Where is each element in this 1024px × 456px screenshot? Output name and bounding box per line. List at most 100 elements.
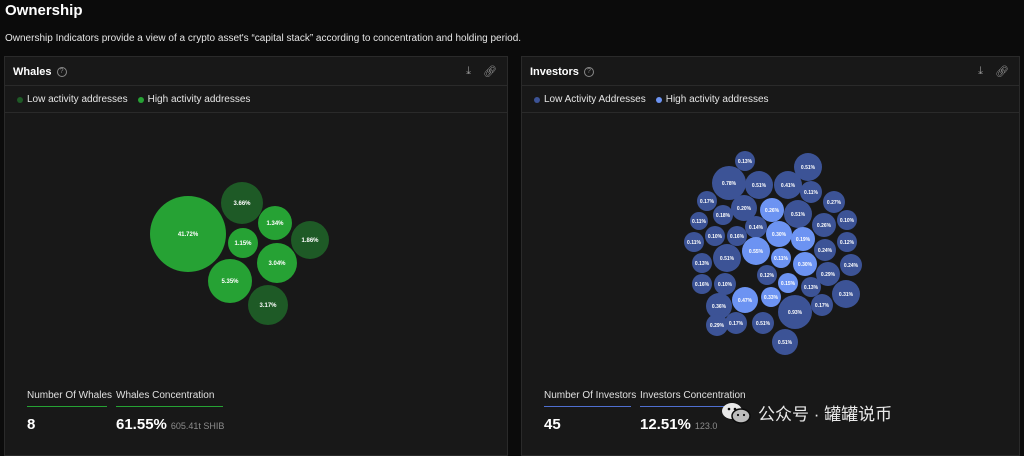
bubble[interactable]: 0.51% xyxy=(784,200,812,228)
whales-count-stat: Number Of Whales 8 xyxy=(27,390,112,433)
bubble-label: 0.29% xyxy=(821,272,836,278)
underline xyxy=(116,406,223,407)
watermark-text: 公众号 · 罐罐说币 xyxy=(758,405,893,424)
bubble-label: 0.24% xyxy=(818,248,833,254)
bubble[interactable]: 0.14% xyxy=(745,216,767,238)
bubble[interactable]: 0.11% xyxy=(684,232,704,252)
bubble-label: 0.27% xyxy=(827,200,842,206)
bubble-label: 0.30% xyxy=(772,232,787,238)
bubble[interactable]: 0.19% xyxy=(791,227,815,251)
bubble-label: 0.16% xyxy=(695,282,710,288)
wechat-icon xyxy=(720,401,752,425)
bubble-label: 0.26% xyxy=(817,223,832,229)
bubble[interactable]: 3.66% xyxy=(221,182,263,224)
bubble[interactable]: 0.29% xyxy=(706,314,728,336)
bubble[interactable]: 0.10% xyxy=(837,210,857,230)
bubble-label: 0.17% xyxy=(729,321,744,327)
bubble[interactable]: 0.15% xyxy=(778,273,798,293)
bubble-label: 0.20% xyxy=(737,206,752,212)
bubble-label: 0.13% xyxy=(804,285,819,291)
bubble-label: 0.51% xyxy=(720,256,735,262)
bubble[interactable]: 0.26% xyxy=(760,198,784,222)
bubble-label: 0.18% xyxy=(716,213,731,219)
bubble[interactable]: 0.30% xyxy=(793,252,817,276)
bubble[interactable]: 5.35% xyxy=(208,259,252,303)
bubble[interactable]: 0.41% xyxy=(774,171,802,199)
bubble-label: 0.33% xyxy=(764,295,779,301)
bubble[interactable]: 0.51% xyxy=(752,312,774,334)
bubble-label: 0.17% xyxy=(700,199,715,205)
bubble[interactable]: 0.24% xyxy=(840,254,862,276)
bubble[interactable]: 0.11% xyxy=(800,181,822,203)
bubble-label: 5.35% xyxy=(221,279,239,285)
bubble-label: 0.51% xyxy=(778,340,793,346)
bubble-label: 0.47% xyxy=(738,298,753,304)
bubble-label: 3.04% xyxy=(268,261,286,267)
bubble-label: 0.29% xyxy=(710,323,725,329)
investors-conc-sub: 123.0 xyxy=(694,421,718,431)
bubble-label: 0.55% xyxy=(749,249,764,255)
bubble-label: 0.10% xyxy=(718,282,733,288)
bubble-label: 0.10% xyxy=(840,218,855,224)
bubble-label: 0.31% xyxy=(839,292,854,298)
bubble[interactable]: 41.72% xyxy=(150,196,226,272)
bubble-label: 0.51% xyxy=(756,321,771,327)
bubble[interactable]: 0.78% xyxy=(712,166,746,200)
bubble[interactable]: 0.51% xyxy=(713,244,741,272)
bubble[interactable]: 0.13% xyxy=(801,277,821,297)
bubble-label: 1.15% xyxy=(234,241,252,247)
bubble[interactable]: 0.51% xyxy=(772,329,798,355)
bubble-label: 0.15% xyxy=(781,281,796,287)
bubble[interactable]: 0.18% xyxy=(713,205,733,225)
bubble[interactable]: 0.26% xyxy=(812,213,836,237)
bubble-label: 0.12% xyxy=(760,273,775,279)
bubble[interactable]: 0.12% xyxy=(757,265,777,285)
bubble[interactable]: 0.16% xyxy=(727,226,747,246)
bubble[interactable]: 0.33% xyxy=(761,287,781,307)
bubble-label: 3.17% xyxy=(259,303,277,309)
bubble-label: 0.41% xyxy=(781,183,796,189)
bubble[interactable]: 0.24% xyxy=(814,239,836,261)
bubble[interactable]: 0.10% xyxy=(705,226,725,246)
whales-conc-value-row: 61.55% 605.41t SHIB xyxy=(116,416,224,433)
bubble[interactable]: 0.17% xyxy=(811,294,833,316)
whales-count-value: 8 xyxy=(27,416,36,433)
bubble-label: 0.51% xyxy=(752,183,767,189)
bubble[interactable]: 0.31% xyxy=(832,280,860,308)
bubble-label: 0.14% xyxy=(749,225,764,231)
bubble[interactable]: 1.15% xyxy=(228,228,258,258)
bubble-label: 0.36% xyxy=(712,304,727,310)
bubble[interactable]: 0.27% xyxy=(823,191,845,213)
underline xyxy=(27,406,107,407)
bubble[interactable]: 0.12% xyxy=(837,232,857,252)
bubble-label: 0.78% xyxy=(722,181,737,187)
bubble[interactable]: 0.13% xyxy=(735,151,755,171)
investors-count-label: Number Of Investors xyxy=(544,390,637,401)
bubble[interactable]: 3.17% xyxy=(248,285,288,325)
bubble[interactable]: 0.13% xyxy=(692,253,712,273)
page-subtitle: Ownership Indicators provide a view of a… xyxy=(5,33,522,44)
investors-conc-value: 12.51% xyxy=(640,416,691,433)
bubble[interactable]: 0.55% xyxy=(742,237,770,265)
whales-panel: Whales ? ⤓ 🔗︎ Low activity addresses Hig… xyxy=(4,56,508,456)
bubble[interactable]: 0.47% xyxy=(732,287,758,313)
bubble[interactable]: 0.51% xyxy=(745,171,773,199)
bubble[interactable]: 1.34% xyxy=(258,206,292,240)
investors-count-stat: Number Of Investors 45 xyxy=(544,390,636,433)
bubble-label: 0.11% xyxy=(692,219,706,225)
bubble[interactable]: 1.86% xyxy=(291,221,329,259)
bubble-label: 0.51% xyxy=(791,212,806,218)
bubble-label: 0.11% xyxy=(774,256,788,262)
bubble[interactable]: 0.11% xyxy=(690,212,708,230)
bubble[interactable]: 0.17% xyxy=(725,312,747,334)
bubble[interactable]: 0.10% xyxy=(714,273,736,295)
bubble[interactable]: 0.30% xyxy=(766,221,792,247)
bubble-label: 1.34% xyxy=(266,221,284,227)
bubble[interactable]: 0.11% xyxy=(771,248,791,268)
bubble[interactable]: 0.93% xyxy=(778,295,812,329)
investors-count-value: 45 xyxy=(544,416,561,433)
bubble[interactable]: 0.16% xyxy=(692,274,712,294)
bubble[interactable]: 3.04% xyxy=(257,243,297,283)
bubble[interactable]: 0.17% xyxy=(697,191,717,211)
bubble-label: 0.11% xyxy=(687,240,701,246)
